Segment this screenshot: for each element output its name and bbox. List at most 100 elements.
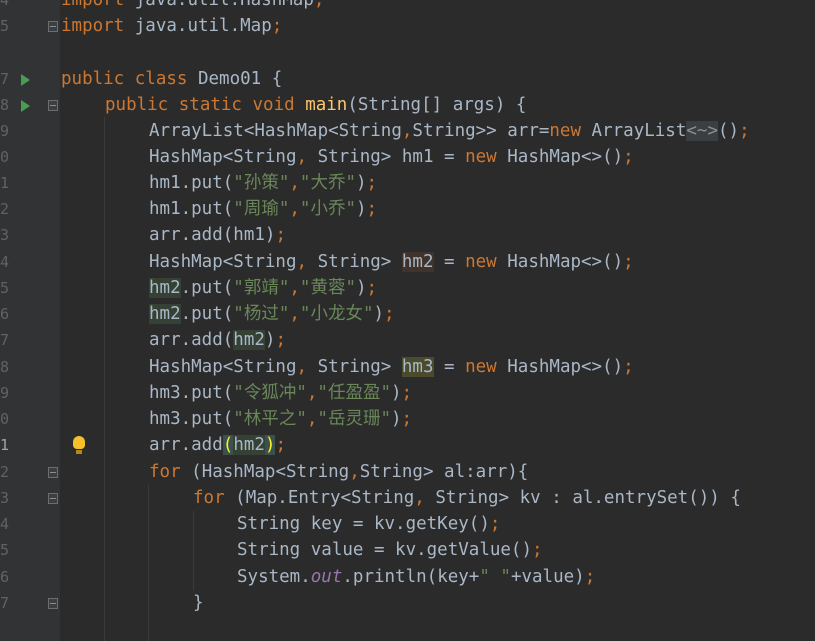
identifier: ArrayList	[591, 121, 687, 141]
code-line[interactable]: }	[193, 590, 204, 616]
run-icon[interactable]	[21, 74, 30, 86]
semicolon: ;	[366, 199, 378, 219]
code-line[interactable]: arr.add(hm2);	[149, 327, 286, 353]
line-number: 9	[0, 384, 9, 402]
fold-icon[interactable]	[48, 21, 58, 32]
identifier: hm1.put(	[149, 173, 234, 193]
code-line[interactable]: hm2.put("郭靖","黄蓉");	[149, 275, 377, 301]
line-number: 7	[0, 594, 9, 612]
identifier: =	[433, 357, 466, 377]
lightbulb-icon[interactable]	[73, 436, 85, 454]
folded-diamond[interactable]: <~>	[686, 121, 718, 141]
keyword: new	[465, 252, 508, 272]
identifier: HashMap<>()	[507, 147, 624, 167]
semicolon: ;	[623, 357, 634, 377]
code-line[interactable]: ArrayList<HashMap<String,String>> arr=ne…	[149, 118, 750, 144]
comma: ,	[296, 252, 318, 272]
line-number: 8	[0, 96, 9, 114]
semicolon: ;	[271, 16, 283, 36]
identifier: Demo01 {	[197, 69, 283, 89]
code-line[interactable]: import java.util.HashMap;	[61, 0, 324, 13]
code-line[interactable]: import java.util.Map;	[61, 13, 282, 39]
gutter-line: 3	[0, 222, 60, 248]
code-line[interactable]: HashMap<String, String> hm3 = new HashMa…	[149, 354, 634, 380]
gutter-line: 5	[0, 13, 60, 39]
line-number: 2	[0, 200, 9, 218]
code-line[interactable]: arr.add(hm2);	[149, 432, 286, 458]
code-line[interactable]: String key = kv.getKey();	[237, 511, 500, 537]
fold-icon[interactable]	[48, 598, 58, 609]
line-number: 5	[0, 279, 9, 297]
code-line[interactable]: String value = kv.getValue();	[237, 537, 543, 563]
code-line[interactable]: HashMap<String, String> hm2 = new HashMa…	[149, 249, 634, 275]
code-line[interactable]: hm1.put("孙策","大乔");	[149, 170, 377, 196]
gutter-line: 8	[0, 354, 60, 380]
unused-variable-highlight: hm3	[401, 357, 434, 377]
semicolon: ;	[384, 304, 395, 324]
comma: ,	[296, 357, 318, 377]
fold-icon[interactable]	[48, 100, 58, 111]
closing-brace: }	[193, 593, 204, 613]
static-field: out	[310, 567, 343, 587]
identifier: arr.add	[149, 435, 223, 455]
identifier: .println(key+	[342, 567, 480, 587]
identifier: )	[356, 199, 367, 219]
semicolon: ;	[401, 383, 413, 403]
code-line[interactable]: for (HashMap<String,String> al:arr){	[149, 459, 528, 485]
gutter-line: 0	[0, 406, 60, 432]
identifier: String> kv : al.entrySet()) {	[435, 488, 741, 508]
gutter-line: 1	[0, 432, 85, 458]
string-literal: "大乔"	[299, 173, 356, 193]
line-number: 1	[0, 436, 9, 454]
keyword: new	[549, 121, 592, 141]
code-line[interactable]: for (Map.Entry<String, String> kv : al.e…	[193, 485, 741, 511]
identifier: .put(	[180, 278, 234, 298]
code-line[interactable]: public class Demo01 {	[61, 66, 282, 92]
gutter-line: 1	[0, 170, 60, 196]
gutter-line: 7	[0, 327, 60, 353]
identifier: HashMap<String	[149, 147, 297, 167]
comma: ,	[296, 147, 318, 167]
run-icon[interactable]	[21, 100, 30, 112]
code-line[interactable]: arr.add(hm1);	[149, 222, 286, 248]
identifier: System.	[237, 567, 311, 587]
code-line[interactable]: public static void main(String[] args) {	[105, 92, 526, 118]
identifier: String key = kv.getKey()	[237, 514, 490, 534]
fold-icon[interactable]	[48, 493, 58, 504]
identifier: String>	[317, 252, 402, 272]
identifier: +value)	[510, 567, 585, 587]
keyword: import	[61, 0, 135, 10]
gutter-line: 7	[0, 590, 60, 616]
line-number: 3	[0, 489, 9, 507]
identifier: java.util.Map	[134, 16, 272, 36]
brace-match-highlight: )	[264, 435, 276, 455]
keyword: public class	[61, 69, 198, 89]
code-line[interactable]: hm2.put("杨过","小龙女");	[149, 301, 395, 327]
code-line[interactable]: HashMap<String, String> hm1 = new HashMa…	[149, 144, 634, 170]
identifier: )	[373, 304, 385, 324]
gutter-line: 8	[0, 92, 60, 118]
code-line[interactable]: hm3.put("令狐冲","任盈盈");	[149, 380, 412, 406]
code-line[interactable]: hm1.put("周瑜","小乔");	[149, 196, 377, 222]
comma: ,	[289, 278, 300, 298]
line-number: 0	[0, 148, 9, 166]
indent-guide	[104, 117, 105, 641]
identifier: (String[] args) {	[347, 95, 527, 115]
semicolon: ;	[313, 0, 325, 10]
identifier: String> al:arr){	[359, 462, 529, 482]
keyword: new	[465, 147, 508, 167]
code-line[interactable]: System.out.println(key+" "+value);	[237, 564, 595, 590]
gutter-line: 4	[0, 0, 60, 13]
comma: ,	[401, 121, 413, 141]
line-number: 4	[0, 0, 9, 9]
identifier: =	[433, 252, 466, 272]
semicolon: ;	[366, 173, 378, 193]
identifier: java.util.HashMap	[134, 0, 314, 10]
variable-read-highlight: hm2	[149, 278, 181, 298]
keyword: import	[61, 16, 135, 36]
line-number: 0	[0, 410, 9, 428]
gutter-line: 0	[0, 144, 60, 170]
code-line[interactable]: hm3.put("林平之","岳灵珊");	[149, 406, 412, 432]
identifier: String> hm1 =	[317, 147, 466, 167]
fold-icon[interactable]	[48, 467, 58, 478]
